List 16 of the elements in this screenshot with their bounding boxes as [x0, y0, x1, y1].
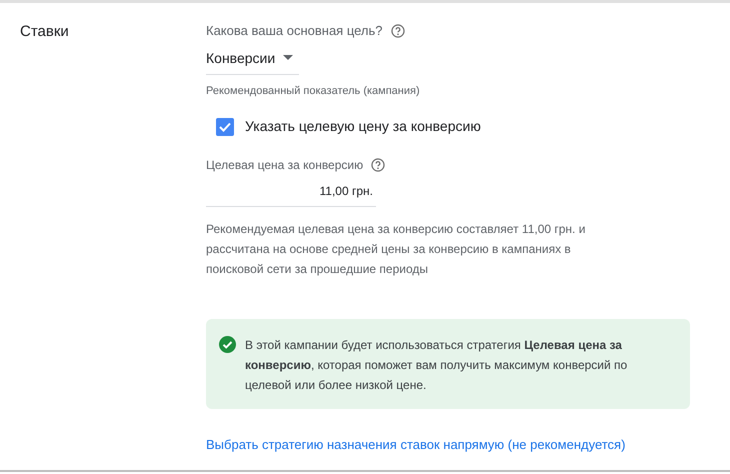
- caret-icon: [283, 54, 294, 60]
- section-title: Ставки: [20, 23, 69, 40]
- checkbox[interactable]: [216, 118, 234, 136]
- price-label: Целевая цена за конверсию: [206, 157, 364, 174]
- goal-hint: Рекомендованный показатель (кампания): [206, 84, 421, 98]
- goal-label: Какова ваша основная цель?: [206, 22, 383, 40]
- help-icon[interactable]: [390, 24, 405, 38]
- check-circle-icon: [219, 336, 236, 353]
- help-icon[interactable]: [371, 158, 386, 172]
- check-icon: [219, 122, 231, 132]
- checkbox-label: Указать целевую цену за конверсию: [245, 117, 481, 136]
- price-field[interactable]: 11,00 грн.: [206, 182, 376, 207]
- strategy-link[interactable]: Выбрать стратегию назначения ставок напрямую (не рекомендуется): [206, 435, 690, 454]
- recommendation-text: Рекомендуемая целевая цена за конверсию составляет 11,00 грн. и рассчитана на основе средней цены за конверсию в кампаниях в поисковой сети за прошедшие периоды: [206, 221, 586, 278]
- goal-dropdown[interactable]: Конверсии: [206, 48, 299, 74]
- info-text: В этой кампании будет использоваться стратегия Целевая цена за конверсию, которая поможет вам получить максимум конверсий по целевой или более низкой цене.: [245, 337, 628, 394]
